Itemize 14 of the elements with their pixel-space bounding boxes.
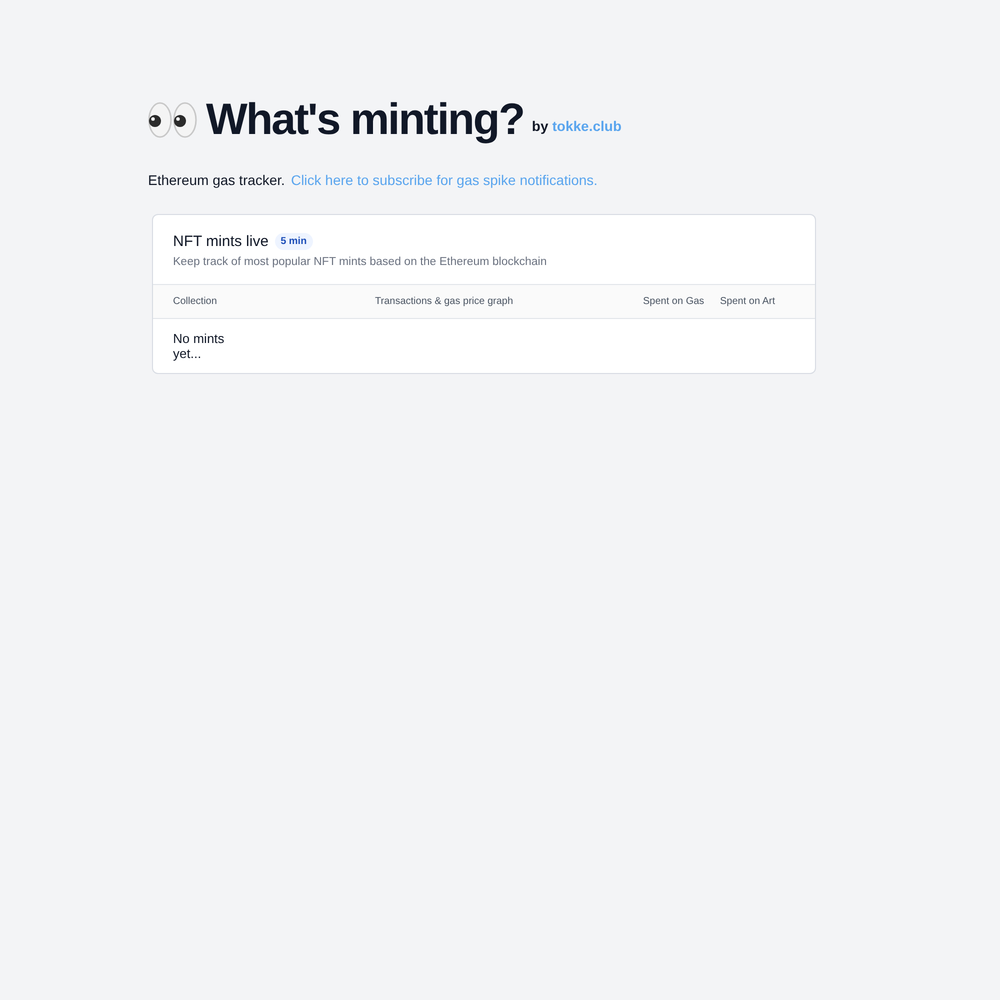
page-title: What's minting?	[206, 96, 524, 144]
eyes-icon	[148, 100, 198, 140]
author-link[interactable]: tokke.club	[552, 118, 622, 134]
column-header: Spent on Art	[720, 296, 776, 307]
column-header: Spent on Gas	[643, 296, 706, 307]
card-subtitle: Keep track of most popular NFT mints based on the Ethereum blockchain	[173, 256, 548, 268]
column-header: Collection	[173, 296, 218, 307]
byline-label: by	[532, 118, 548, 134]
subscribe-link[interactable]: Click here to subscribe for gas spike notifications.	[290, 172, 598, 188]
time-badge: 5 min	[274, 233, 313, 250]
card-title: NFT mints live	[173, 233, 269, 250]
intro-text: Ethereum gas tracker.	[148, 172, 285, 188]
column-header: Transactions & gas price graph	[375, 296, 514, 307]
empty-message: No mints yet...	[173, 331, 226, 361]
